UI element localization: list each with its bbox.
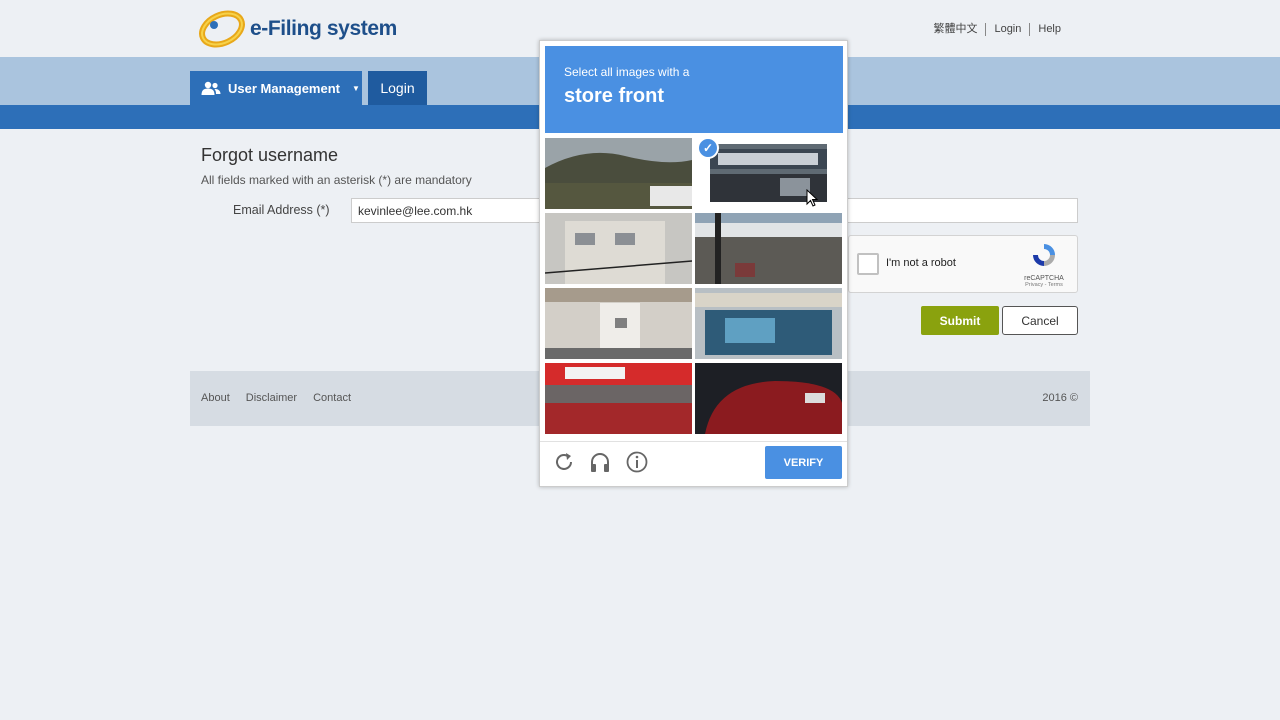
mandatory-note: All fields marked with an asterisk (*) a… <box>201 173 472 187</box>
logo-ring-icon <box>198 9 246 49</box>
captcha-tile[interactable] <box>695 288 842 359</box>
captcha-tile[interactable] <box>545 138 692 209</box>
captcha-tile-image <box>545 138 692 209</box>
recaptcha-privacy[interactable]: Privacy - Terms <box>1019 282 1069 288</box>
info-icon[interactable] <box>625 450 649 474</box>
top-links: 繁體中文 Login Help <box>925 23 1069 36</box>
logo-text: e-Filing system <box>250 17 397 40</box>
site-logo[interactable]: e-Filing system <box>198 9 397 49</box>
caret-down-icon: ▼ <box>351 83 360 93</box>
verify-button[interactable]: VERIFY <box>765 446 842 479</box>
users-icon <box>201 81 221 95</box>
captcha-tile[interactable] <box>545 288 692 359</box>
captcha-tile-image <box>695 213 842 284</box>
reload-icon[interactable] <box>552 450 576 474</box>
selected-check-icon: ✓ <box>697 137 719 159</box>
captcha-header: Select all images with a store front <box>545 46 843 133</box>
captcha-footer-divider <box>540 441 847 442</box>
captcha-tile-image <box>545 213 692 284</box>
submit-button[interactable]: Submit <box>921 306 999 335</box>
nav-login[interactable]: Login <box>368 71 427 105</box>
captcha-tile[interactable] <box>695 213 842 284</box>
recaptcha-checkbox[interactable] <box>857 253 879 275</box>
captcha-tile-image <box>545 363 692 434</box>
captcha-tile-image <box>545 288 692 359</box>
footer-about-link[interactable]: About <box>201 392 230 404</box>
recaptcha-label: I'm not a robot <box>886 257 956 269</box>
captcha-tile[interactable] <box>545 213 692 284</box>
login-link[interactable]: Login <box>985 23 1029 36</box>
footer-contact-link[interactable]: Contact <box>313 392 351 404</box>
recaptcha-widget: I'm not a robot reCAPTCHA Privacy - Term… <box>848 235 1078 293</box>
cancel-button[interactable]: Cancel <box>1002 306 1078 335</box>
captcha-tile[interactable] <box>545 363 692 434</box>
recaptcha-brand: reCAPTCHA <box>1024 275 1064 282</box>
email-label: Email Address (*) <box>233 203 330 217</box>
nav-user-management[interactable]: User Management ▼ <box>190 71 362 105</box>
captcha-tile-image <box>695 288 842 359</box>
captcha-challenge-popup: Select all images with a store front VER… <box>539 40 848 487</box>
footer-year: 2016 © <box>1042 392 1078 404</box>
page-title: Forgot username <box>201 145 339 165</box>
captcha-tile[interactable] <box>695 363 842 434</box>
audio-icon[interactable] <box>588 450 612 474</box>
captcha-target: store front <box>564 85 664 107</box>
help-link[interactable]: Help <box>1029 23 1069 36</box>
footer-links: About Disclaimer Contact <box>201 392 367 404</box>
nav-user-management-label: User Management <box>228 80 340 96</box>
footer-disclaimer-link[interactable]: Disclaimer <box>246 392 297 404</box>
recaptcha-logo: reCAPTCHA Privacy - Terms <box>1019 242 1069 288</box>
mouse-cursor-icon <box>806 189 818 207</box>
captcha-instruction: Select all images with a <box>564 65 690 79</box>
recaptcha-icon <box>1033 244 1055 266</box>
language-link[interactable]: 繁體中文 <box>925 23 985 36</box>
captcha-tile-image <box>695 363 842 434</box>
